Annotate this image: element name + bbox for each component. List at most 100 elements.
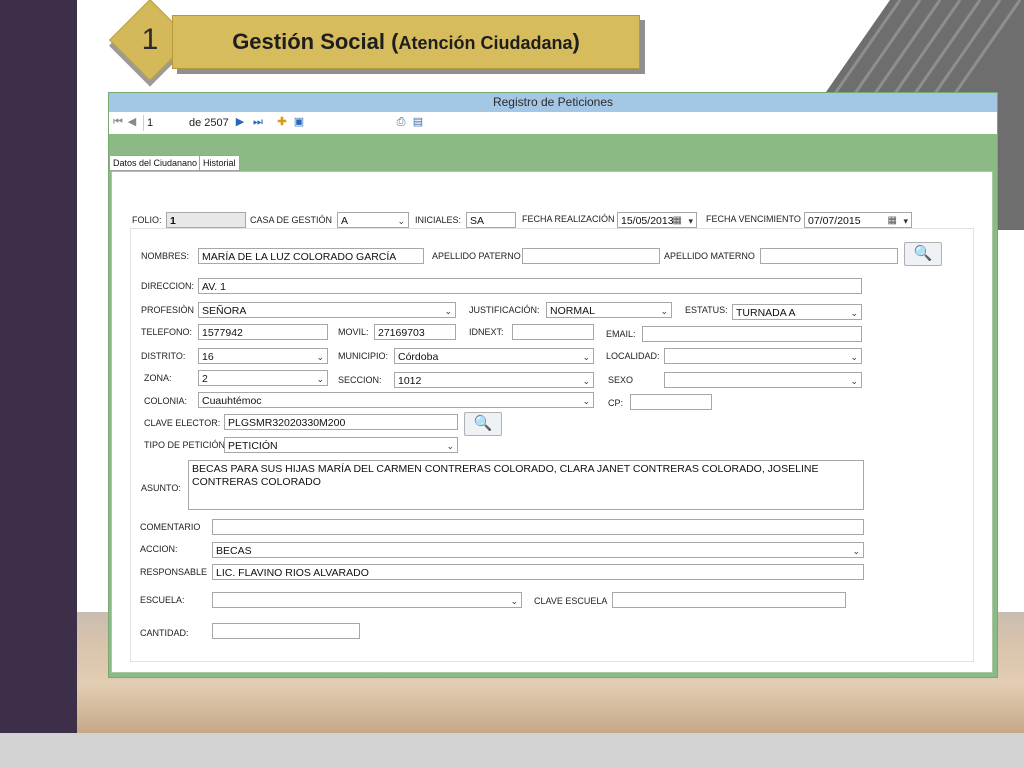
fecha-vencimiento-value: 07/07/2015 xyxy=(808,215,861,227)
direccion-field[interactable]: AV. 1 xyxy=(198,278,862,294)
responsable-label: RESPONSABLE xyxy=(140,567,208,577)
casa-gestion-select[interactable]: A ⌄ xyxy=(337,212,409,228)
apellido-materno-label: APELLIDO MATERNO xyxy=(664,251,755,261)
save-icon[interactable]: ▣ xyxy=(292,115,306,129)
chevron-down-icon: ⌄ xyxy=(850,308,858,318)
folio-label: FOLIO: xyxy=(132,215,162,225)
accion-label: ACCION: xyxy=(140,544,178,554)
chevron-down-icon: ⌄ xyxy=(582,376,590,386)
localidad-label: LOCALIDAD: xyxy=(606,351,660,361)
profesion-select[interactable]: SEÑORA ⌄ xyxy=(198,302,456,318)
municipio-value: Córdoba xyxy=(398,351,439,363)
iniciales-field[interactable]: SA xyxy=(466,212,516,228)
last-record-icon[interactable]: ⏭ xyxy=(251,115,265,129)
calendar-icon: ▦ xyxy=(672,215,682,226)
chevron-down-icon: ⌄ xyxy=(446,441,454,451)
chevron-down-icon: ⌄ xyxy=(850,376,858,386)
casa-gestion-label: CASA DE GESTIÓN xyxy=(250,215,333,225)
estatus-label: ESTATUS: xyxy=(685,305,728,315)
cp-label: CP: xyxy=(608,398,624,408)
justificacion-value: NORMAL xyxy=(550,305,595,317)
escuela-select[interactable]: ⌄ xyxy=(212,592,522,608)
idnext-field[interactable] xyxy=(512,324,594,340)
profesion-label: PROFESIÒN xyxy=(141,305,195,315)
apellido-materno-field[interactable] xyxy=(760,248,898,264)
cp-field[interactable] xyxy=(630,394,712,410)
comentario-field[interactable] xyxy=(212,519,864,535)
movil-field[interactable]: 27169703 xyxy=(374,324,456,340)
chevron-down-icon: ⌄ xyxy=(316,352,324,362)
clave-escuela-field[interactable] xyxy=(612,592,846,608)
localidad-select[interactable]: ⌄ xyxy=(664,348,862,364)
tab-datos-ciudadano[interactable]: Datos del Ciudanano xyxy=(109,155,202,171)
seccion-label: SECCION: xyxy=(338,375,382,385)
record-count: de 2507 xyxy=(189,117,229,129)
fecha-realizacion-field[interactable]: 15/05/2013 ▦ ▾ xyxy=(617,212,697,228)
justificacion-select[interactable]: NORMAL ⌄ xyxy=(546,302,672,318)
telefono-field[interactable]: 1577942 xyxy=(198,324,328,340)
email-field[interactable] xyxy=(642,326,862,342)
search-name-button[interactable]: 🔍 xyxy=(904,242,942,266)
movil-label: MOVIL: xyxy=(338,327,369,337)
responsable-field[interactable]: LIC. FLAVINO RIOS ALVARADO xyxy=(212,564,864,580)
zona-label: ZONA: xyxy=(144,373,172,383)
colonia-select[interactable]: Cuauhtémoc ⌄ xyxy=(198,392,594,408)
chevron-down-icon: ⌄ xyxy=(397,216,405,226)
first-record-icon[interactable]: ⏮ xyxy=(111,115,125,129)
zona-select[interactable]: 2 ⌄ xyxy=(198,370,328,386)
chevron-down-icon: ⌄ xyxy=(852,546,860,556)
sexo-select[interactable]: ⌄ xyxy=(664,372,862,388)
apellido-paterno-field[interactable] xyxy=(522,248,660,264)
cantidad-field[interactable] xyxy=(212,623,360,639)
slide-title: Gestión Social (Atención Ciudadana) xyxy=(173,16,639,68)
fecha-vencimiento-field[interactable]: 07/07/2015 ▦ ▾ xyxy=(804,212,912,228)
estatus-value: TURNADA A xyxy=(736,307,796,319)
clave-elector-field[interactable]: PLGSMR32020330M200 xyxy=(224,414,458,430)
tipo-peticion-value: PETICIÓN xyxy=(228,440,278,452)
folio-field[interactable]: 1 xyxy=(166,212,246,228)
tipo-peticion-label: TIPO DE PETICIÓN xyxy=(144,440,226,450)
slide-title-sub: Atención Ciudadana xyxy=(398,33,573,53)
form-panel: FOLIO: 1 CASA DE GESTIÓN A ⌄ INICIALES: S… xyxy=(111,171,993,673)
sexo-label: SEXO xyxy=(608,375,634,385)
print-icon[interactable]: ▤ xyxy=(411,115,425,129)
distrito-label: DISTRITO: xyxy=(141,351,186,361)
justificacion-label: JUSTIFICACIÓN: xyxy=(469,305,540,315)
window-title: Registro de Peticiones xyxy=(109,93,997,112)
accion-select[interactable]: BECAS ⌄ xyxy=(212,542,864,558)
colonia-value: Cuauhtémoc xyxy=(202,395,262,407)
tab-bar: Datos del Ciudanano Historial xyxy=(109,134,997,171)
fecha-vencimiento-label: FECHA VENCIMIENTO xyxy=(706,214,801,224)
municipio-select[interactable]: Córdoba ⌄ xyxy=(394,348,594,364)
profesion-value: SEÑORA xyxy=(202,305,247,317)
casa-gestion-value: A xyxy=(341,215,349,227)
tipo-peticion-select[interactable]: PETICIÓN ⌄ xyxy=(224,437,458,453)
print-preview-icon[interactable]: ⎙ xyxy=(394,115,408,129)
background-bottom-strip xyxy=(0,733,1024,768)
prev-record-icon[interactable]: ◀ xyxy=(125,115,139,129)
chevron-down-icon: ⌄ xyxy=(510,596,518,606)
apellido-paterno-label: APELLIDO PATERNO xyxy=(432,251,521,261)
seccion-select[interactable]: 1012 ⌄ xyxy=(394,372,594,388)
escuela-label: ESCUELA: xyxy=(140,595,185,605)
email-label: EMAIL: xyxy=(606,329,636,339)
iniciales-label: INICIALES: xyxy=(415,215,462,225)
colonia-label: COLONIA: xyxy=(144,396,188,406)
add-icon[interactable]: ✚ xyxy=(275,115,289,129)
asunto-textarea[interactable]: BECAS PARA SUS HIJAS MARÍA DEL CARMEN CO… xyxy=(188,460,864,510)
distrito-select[interactable]: 16 ⌄ xyxy=(198,348,328,364)
estatus-select[interactable]: TURNADA A ⌄ xyxy=(732,304,862,320)
tab-historial[interactable]: Historial xyxy=(199,155,240,171)
chevron-down-icon: ⌄ xyxy=(444,306,452,316)
chevron-down-icon: ⌄ xyxy=(582,396,590,406)
chevron-down-icon: ⌄ xyxy=(850,352,858,362)
slide-title-main: Gestión Social ( xyxy=(232,29,399,54)
cantidad-label: CANTIDAD: xyxy=(140,628,189,638)
nombres-label: NOMBRES: xyxy=(141,251,190,261)
chevron-down-icon: ▾ xyxy=(688,216,693,226)
idnext-label: IDNEXT: xyxy=(469,327,504,337)
next-record-icon[interactable]: ▶ xyxy=(233,115,247,129)
search-clave-button[interactable]: 🔍 xyxy=(464,412,502,436)
chevron-down-icon: ▾ xyxy=(903,216,908,226)
nombres-field[interactable]: MARÍA DE LA LUZ COLORADO GARCÍA xyxy=(198,248,424,264)
